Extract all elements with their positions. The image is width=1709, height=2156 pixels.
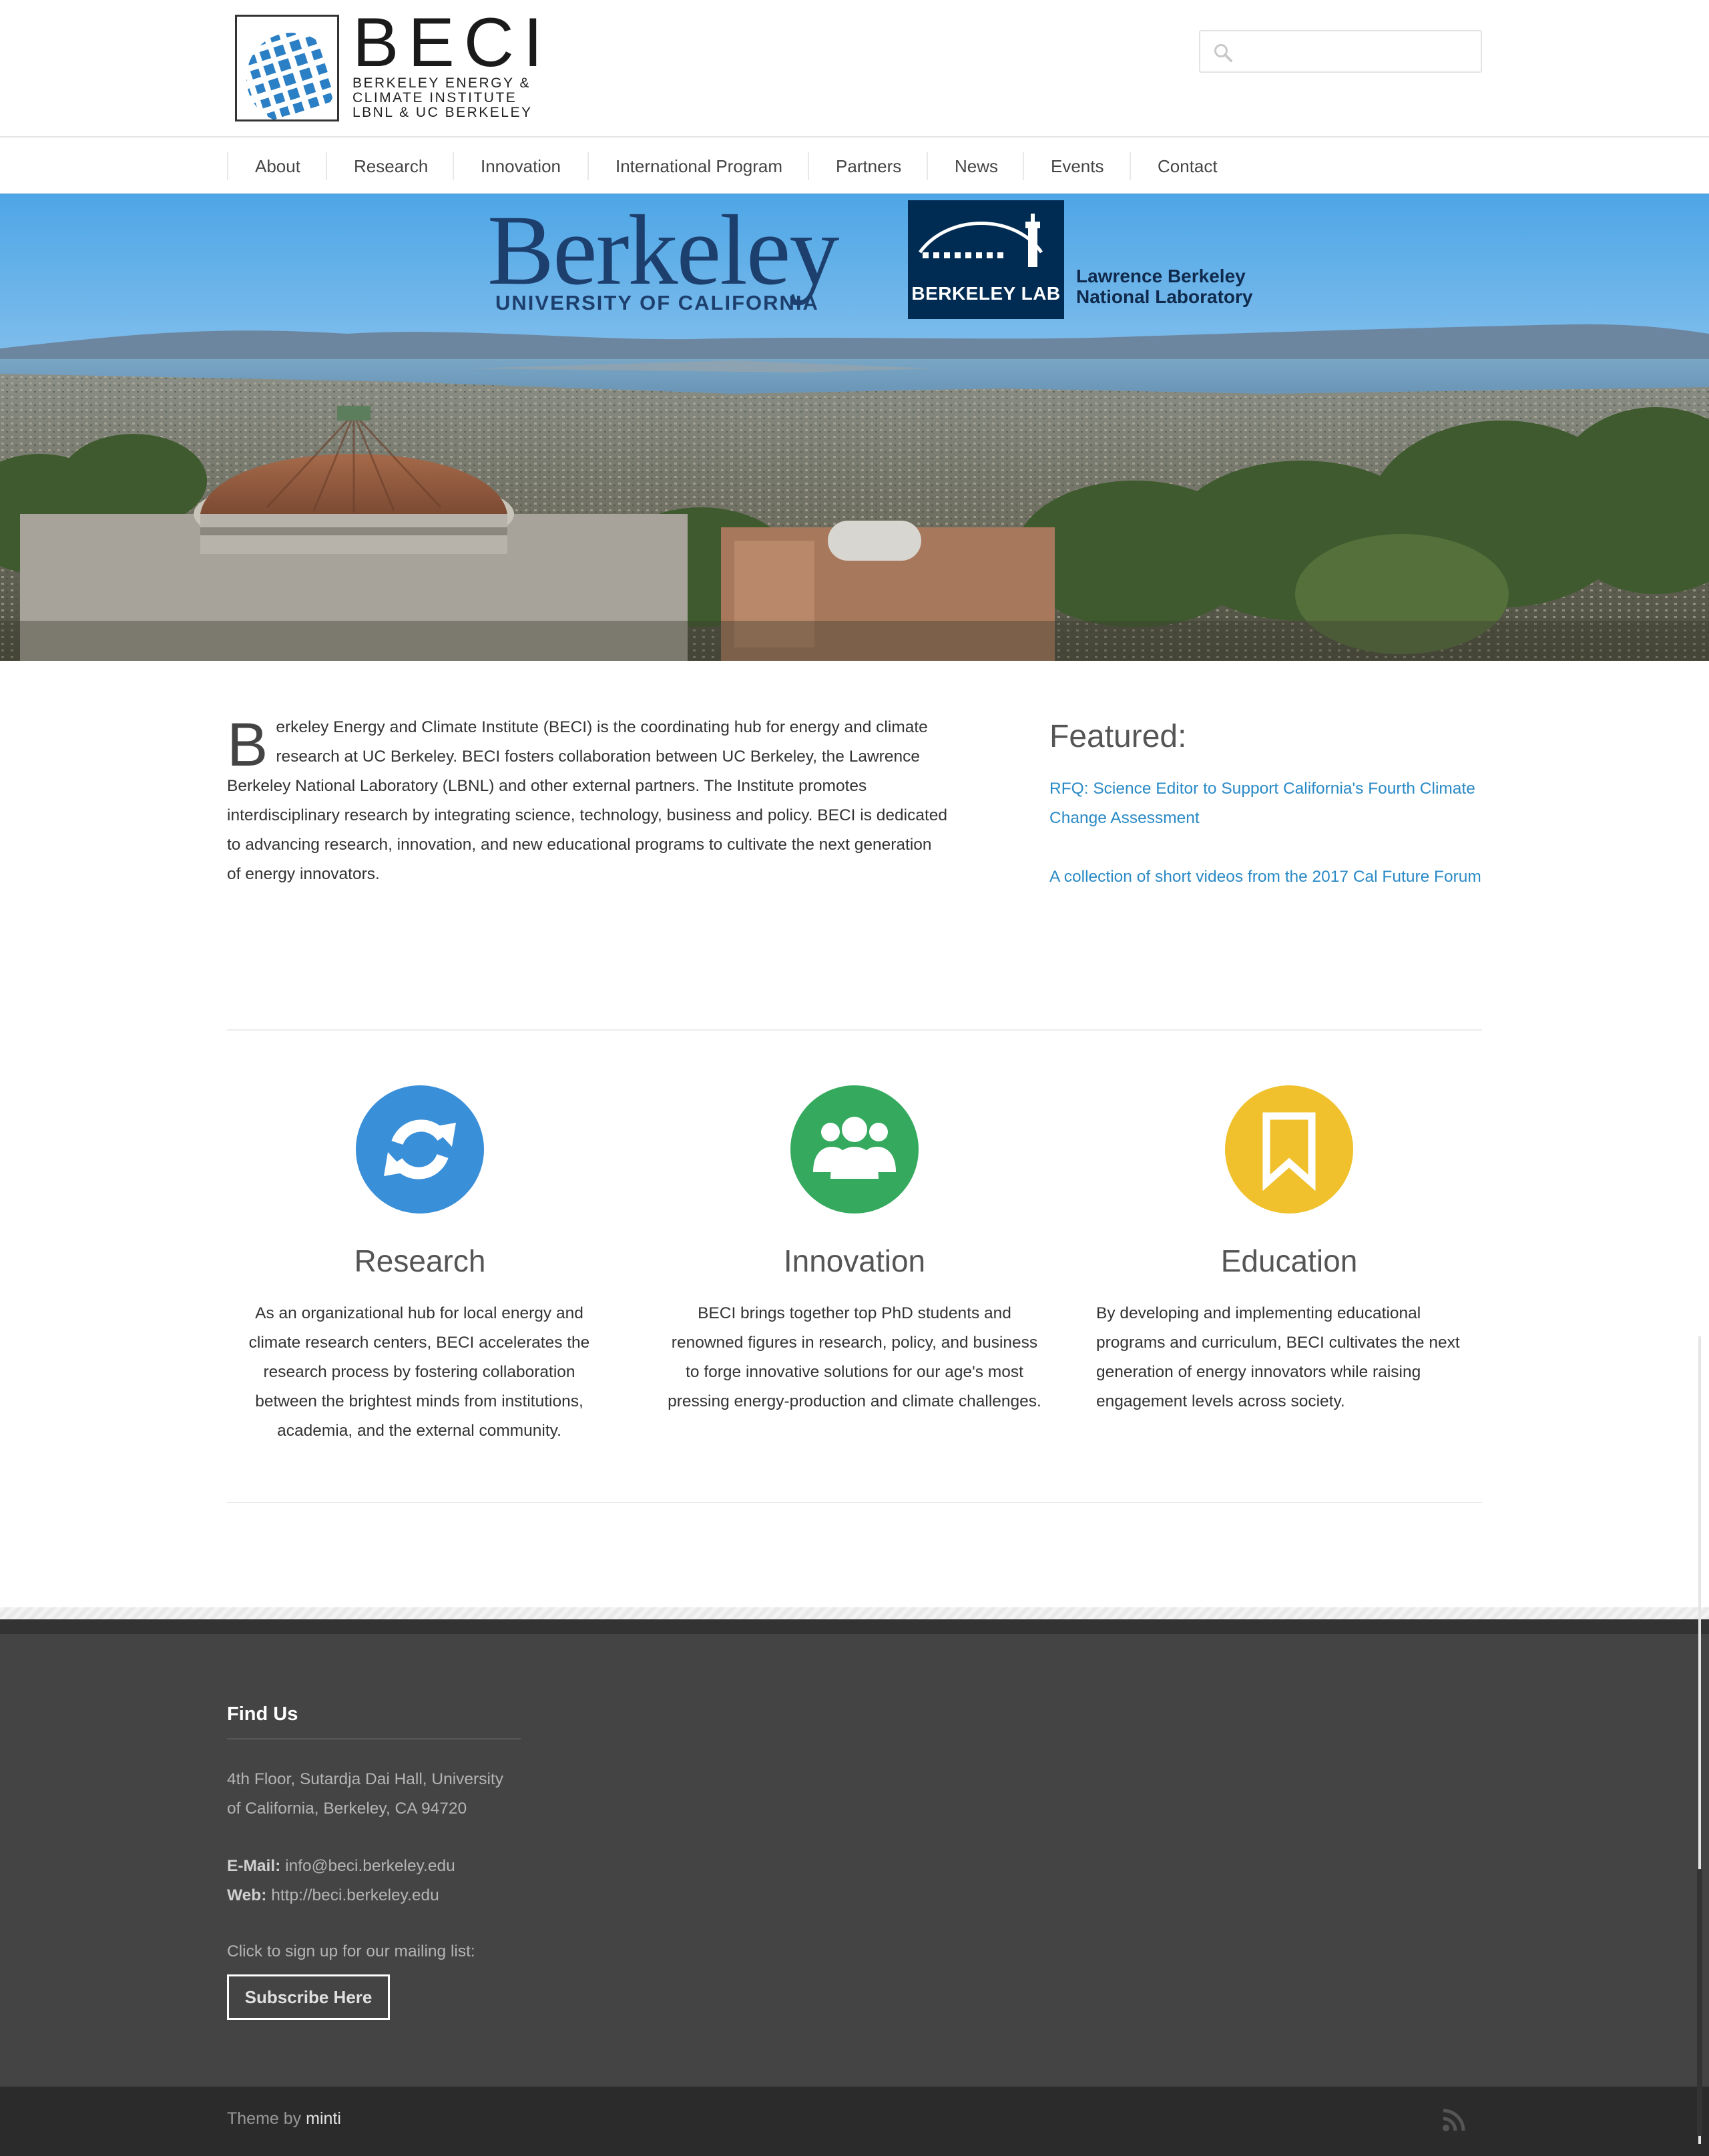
berkeley-lab-label: BERKELEY LAB [911, 283, 1061, 304]
footer-web-line: Web: http://beci.berkeley.edu [227, 1881, 439, 1910]
section-divider-bottom [227, 1502, 1482, 1503]
footer-find-us-title: Find Us [227, 1703, 298, 1725]
rss-icon[interactable] [1441, 2107, 1467, 2133]
bookmark-icon [1262, 1112, 1316, 1191]
logo-globe-icon[interactable] [235, 15, 339, 121]
hero-panorama-image [0, 194, 1709, 661]
site-header: BECI BERKELEY ENERGY & CLIMATE INSTITUTE… [0, 0, 1709, 138]
refresh-icon [384, 1119, 456, 1179]
lbnl-name-line2: National Laboratory [1076, 286, 1253, 307]
research-description: As an organizational hub for local energ… [248, 1304, 590, 1440]
main-navigation: About Research Innovation International … [0, 138, 1709, 194]
theme-author-link[interactable]: minti [306, 2109, 341, 2128]
subscribe-button[interactable]: Subscribe Here [227, 1974, 390, 2020]
section-divider [227, 1029, 1482, 1031]
logo-wordmark[interactable]: BECI BERKELEY ENERGY & CLIMATE INSTITUTE… [352, 4, 552, 120]
footer-address: 4th Floor, Sutardja Dai Hall, University… [227, 1770, 503, 1818]
education-description: By developing and implementing education… [1096, 1304, 1460, 1410]
nav-item-innovation[interactable]: Innovation [453, 152, 587, 180]
theme-credit: Theme by minti [227, 2109, 341, 2129]
logo-title: BECI [352, 4, 552, 81]
nav-item-partners[interactable]: Partners [808, 152, 928, 180]
footer-email-label: E-Mail: [227, 1857, 281, 1875]
intro-paragraph: Berkeley Energy and Climate Institute (B… [227, 713, 948, 889]
nav-item-about[interactable]: About [227, 152, 327, 180]
footer-mailing-text: Click to sign up for our mailing list: [227, 1942, 475, 1960]
berkeley-wordmark: Berkeley [487, 195, 839, 306]
footer-title-underline [227, 1738, 521, 1739]
footer-web[interactable]: http://beci.berkeley.edu [271, 1886, 439, 1904]
scrollbar-thumb[interactable] [1697, 1869, 1702, 2136]
berkeley-lab-icon [918, 214, 1043, 267]
logo-subtitle-line3: LBNL & UC BERKELEY [352, 105, 533, 120]
berkeley-subtitle: UNIVERSITY OF CALIFORNIA [495, 291, 819, 314]
logo-subtitle-line2: CLIMATE INSTITUTE [352, 90, 517, 105]
search-icon [1214, 44, 1232, 62]
nav-item-research[interactable]: Research [326, 152, 455, 180]
lbnl-name-line1: Lawrence Berkeley [1076, 266, 1246, 286]
intro-dropcap: B [227, 711, 268, 779]
innovation-title: Innovation [783, 1244, 926, 1278]
featured-link-rfq[interactable]: RFQ: Science Editor to Support Californi… [1049, 774, 1490, 833]
hero-banner: Berkeley UNIVERSITY OF CALIFORNIA BERKEL… [0, 194, 1709, 661]
berkeley-lab-badge[interactable]: BERKELEY LAB [908, 200, 1064, 319]
footer-stripe [0, 1607, 1709, 1619]
nav-item-events[interactable]: Events [1023, 152, 1131, 180]
lbnl-name: Lawrence Berkeley National Laboratory [1076, 266, 1252, 307]
innovation-description: BECI brings together top PhD students an… [668, 1304, 1041, 1410]
education-feature-icon[interactable] [1225, 1085, 1353, 1214]
search-input[interactable] [1199, 30, 1482, 73]
theme-credit-label: Theme by [227, 2109, 302, 2128]
featured-heading: Featured: [1049, 719, 1187, 754]
nav-item-news[interactable]: News [927, 152, 1025, 180]
footer-web-label: Web: [227, 1886, 267, 1904]
intro-text: erkeley Energy and Climate Institute (BE… [227, 718, 948, 883]
footer-email[interactable]: info@beci.berkeley.edu [285, 1857, 455, 1875]
research-feature-icon[interactable] [356, 1085, 484, 1214]
education-title: Education [1220, 1244, 1358, 1278]
uc-berkeley-logo[interactable]: Berkeley UNIVERSITY OF CALIFORNIA [487, 194, 839, 327]
nav-item-international-program[interactable]: International Program [587, 152, 809, 180]
nav-item-contact[interactable]: Contact [1130, 152, 1244, 180]
logo-subtitle-line1: BERKELEY ENERGY & [352, 75, 531, 91]
research-title: Research [354, 1244, 486, 1278]
innovation-feature-icon[interactable] [790, 1085, 919, 1214]
users-icon [813, 1117, 896, 1179]
featured-link-videos[interactable]: A collection of short videos from the 20… [1049, 862, 1490, 892]
footer-email-line: E-Mail: info@beci.berkeley.edu [227, 1852, 455, 1881]
